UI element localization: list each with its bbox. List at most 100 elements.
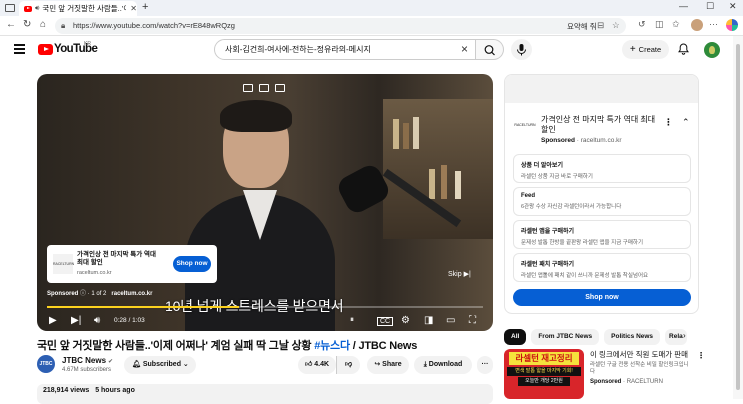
search-input[interactable]: 사회-김건희-여사에-전하는-정유라의-메시지 × [214,39,476,60]
menu-icon[interactable] [14,44,25,56]
miniplayer-toggle-icon[interactable]: ◨ [424,315,433,326]
chip-from-jtbc[interactable]: From JTBC News [531,329,600,345]
ad-domain-secondary[interactable]: raceltum.co.kr [111,291,152,297]
ad-title[interactable]: 가격인상 전 마지막 특가 역대 최대 할인 [77,251,161,267]
thumbnail-headline: 라셀턴 재고정리 [509,352,579,365]
volume-icon[interactable]: 🔊︎ [94,315,100,326]
reader-icon[interactable]: ⊟ [597,20,604,31]
recommendation-sponsor-line: Sponsored · RACELTURN [590,379,663,385]
video-title-text: 국민 앞 거짓말한 사람들..'이제 어쩌나' 계엄 실패 딱 그날 상황 [37,340,312,352]
sidebar-ad-domain: raceltum.co.kr [580,137,622,144]
refresh-icon[interactable]: ↻ [23,19,31,30]
scrollbar-thumb[interactable] [736,44,740,390]
video-description-box[interactable]: 218,914 views 5 hours ago [37,384,493,404]
ad-sitelink[interactable]: 라셀턴 패치 구매하기 라셀턴 앱톨에 패치 같이 쓰니까 문제성 발톱 착실넘… [513,253,691,282]
search-icon [484,45,495,56]
ad-more-options-icon[interactable]: ⋮ [664,117,673,128]
share-overlay-icon[interactable] [275,84,285,92]
url-bar[interactable]: 🔒︎ https://www.youtube.com/watch?v=rE848… [55,18,626,34]
recommendation-thumbnail[interactable]: 라셀턴 재고정리 변색 발톱 얇을 마지막 기회! 오늘만 개당 2만원 [504,349,584,399]
url-text[interactable]: https://www.youtube.com/watch?v=rE848wRQ… [73,21,235,30]
more-actions-button[interactable]: ··· [477,356,493,374]
home-icon[interactable]: ⌂ [40,19,46,30]
thumbnail-subline: 변색 발톱 얇을 마지막 기회! [507,367,581,376]
cast-icon[interactable] [259,84,269,92]
bookshelf-background [383,99,493,239]
close-window-icon[interactable]: ✕ [729,1,737,12]
more-icon[interactable]: ··· [709,19,718,29]
download-button[interactable]: ⤓ Download [414,356,472,374]
shop-now-button[interactable]: Shop now [173,256,211,272]
copilot-icon[interactable] [726,19,738,31]
favorites-icon[interactable]: ✩ [672,19,680,30]
settings-gear-icon[interactable]: ⚙︎ [401,315,410,326]
hashtag-link[interactable]: #뉴스다 [314,340,350,352]
fullscreen-icon[interactable]: ⛶ [469,315,476,326]
ad-sitelink[interactable]: Feed 6관왕 수상 자신감 라셀턴이라서 가능합니다 [513,187,691,216]
microphone-icon [517,44,526,56]
favorite-star-icon[interactable]: ☆ [612,20,620,31]
ad-sitelink-text: 6관왕 수상 자신감 라셀턴이라서 가능합니다 [521,204,622,210]
sidebar-ad-panel[interactable]: RACELTURN 가격인상 전 마지막 특가 역대 최대 할인 Sponsor… [504,74,699,314]
sidebar-ad-logo: RACELTURN [513,113,537,137]
ad-sitelink[interactable]: 라셀턴 앱을 구매하기 문제성 발톱 한방울 끝판왕 라셀턴 앱을 지금 구매하… [513,220,691,249]
info-icon[interactable]: ⓘ · [80,291,91,297]
subscribed-button[interactable]: 🔔︎ Subscribed ⌄ [124,356,196,374]
like-count: 4.4K [314,361,330,368]
skip-label: Skip [448,271,462,278]
new-tab-icon[interactable]: + [142,1,148,13]
ad-sitelink-heading: 라셀턴 패치 구매하기 [521,262,575,268]
browser-tab[interactable]: 🔊︎ 국민 앞 거짓말한 사람들..'이 ✕ [19,1,137,16]
youtube-logo-icon[interactable] [38,44,53,55]
maximize-icon[interactable]: ☐ [706,1,714,12]
related-filter-chips: All From JTBC News Politics News Rela [504,329,688,345]
video-ad-card[interactable]: RACELTURN 가격인상 전 마지막 특가 역대 최대 할인 raceltu… [47,245,217,283]
refresh-extension-icon[interactable]: ↺ [638,19,646,30]
theater-mode-icon[interactable]: ▭ [446,315,455,326]
next-icon[interactable]: ▶| [71,315,81,326]
user-avatar[interactable] [704,42,720,58]
clear-search-icon[interactable]: × [461,42,468,56]
skip-ad-button[interactable]: Skip ▶| [448,270,471,278]
speaker-icon[interactable]: 🔊︎ [35,5,39,13]
channel-name-text[interactable]: JTBC News [62,356,106,365]
share-icon: ↪ [374,361,383,368]
notifications-bell-icon[interactable] [678,43,689,58]
ad-sitelink-heading: Feed [521,193,536,199]
split-screen-icon[interactable]: ◫ [655,19,664,30]
miniplayer-icon[interactable] [243,84,253,92]
window-menu-icon[interactable] [5,4,15,12]
recommendation-title[interactable]: 이 링크에서만 직원 도매가 판매 [590,350,695,359]
channel-avatar[interactable]: JTBC [37,355,55,373]
summarize-label[interactable]: 요약해 줘 [567,21,597,32]
captions-icon[interactable]: CC [377,317,394,326]
back-icon[interactable]: ← [6,19,16,30]
voice-search-button[interactable] [511,39,532,60]
channel-name[interactable]: JTBC News ✔ [62,356,113,365]
progress-bar[interactable] [47,306,483,308]
share-button[interactable]: ↪ Share [367,356,409,374]
search-query[interactable]: 사회-김건희-여사에-전하는-정유라의-메시지 [225,45,371,54]
ad-sitelink[interactable]: 상품 더 알아보기 라셀턴 상품 지금 바로 구매하기 [513,154,691,183]
close-tab-icon[interactable]: ✕ [130,4,137,13]
lock-icon[interactable]: 🔒︎ [61,21,65,31]
subscriber-count: 4.67M subscribers [62,367,112,373]
chip-all[interactable]: All [504,329,527,345]
chips-next-chevron-icon[interactable]: › [683,331,686,340]
create-button[interactable]: + Create [622,40,669,59]
recommendation-more-icon[interactable]: ⋮ [697,351,705,360]
sidebar-shop-now-button[interactable]: Shop now [513,289,691,306]
dislike-button[interactable]: 👎︎ [336,356,360,374]
search-button[interactable] [476,39,504,60]
chip-politics-news[interactable]: Politics News [604,329,661,345]
page-scrollbar[interactable] [733,36,743,399]
pause-overlay-icon[interactable]: ⏸︎ [350,315,354,325]
like-button[interactable]: 👍︎ 4.4K [298,356,336,374]
minimize-icon[interactable]: — [679,1,688,11]
collapse-chevron-icon[interactable]: ⌃ [682,117,690,128]
play-icon[interactable]: ▶ [49,315,57,326]
browser-profile-avatar[interactable] [691,19,703,31]
video-player[interactable]: 10년 넘게 스트레스를 받으면서 Skip ▶| RACELTURN 가격인상… [37,74,493,331]
sidebar-ad-title[interactable]: 가격인상 전 마지막 특가 역대 최대 할인 [541,115,659,135]
ad-banner[interactable] [505,75,698,103]
